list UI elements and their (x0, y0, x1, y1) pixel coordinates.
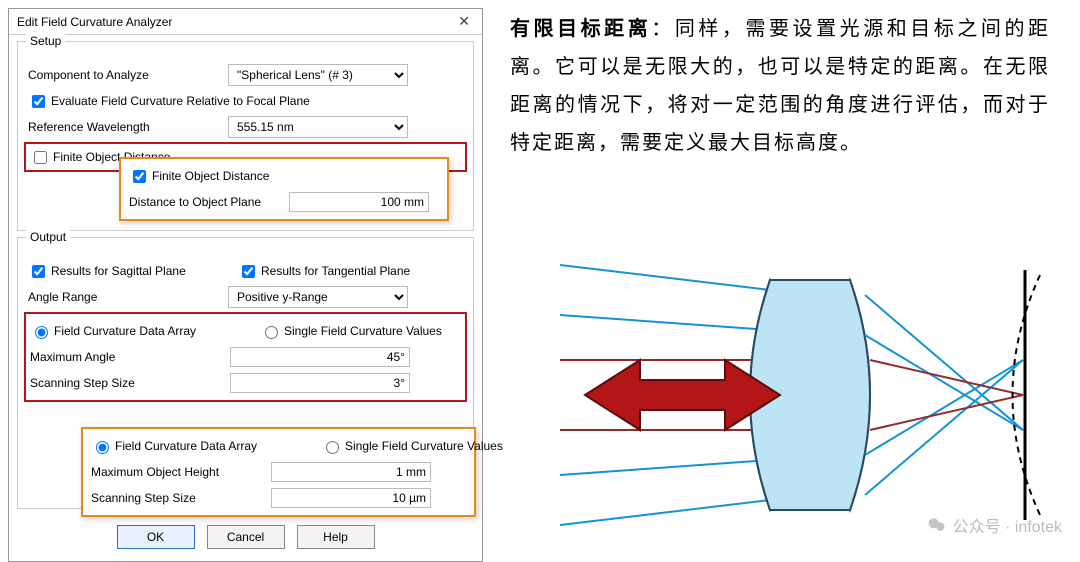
callout-radio-single-row[interactable]: Single Field Curvature Values (321, 438, 521, 454)
evaluate-relative-checkbox[interactable] (32, 95, 45, 108)
callout-distance-label: Distance to Object Plane (129, 195, 289, 209)
scan-step-input[interactable] (230, 373, 410, 393)
wechat-icon (927, 515, 947, 535)
radio-array-row[interactable]: Field Curvature Data Array (30, 323, 230, 339)
titlebar: Edit Field Curvature Analyzer ✕ (9, 9, 482, 35)
dialog-title: Edit Field Curvature Analyzer (17, 15, 172, 29)
article-text: 有限目标距离：同样，需要设置光源和目标之间的距离。它可以是无限大的，也可以是特定… (510, 10, 1050, 162)
evaluate-relative-label: Evaluate Field Curvature Relative to Foc… (51, 94, 310, 108)
ref-wavelength-label: Reference Wavelength (28, 120, 228, 134)
finite-object-checkbox[interactable] (34, 151, 47, 164)
callout-radio-array[interactable] (96, 441, 109, 454)
help-button[interactable]: Help (297, 525, 375, 549)
watermark-label: 公众号 · infotek (953, 513, 1062, 537)
max-angle-input[interactable] (230, 347, 410, 367)
results-tangential-label: Results for Tangential Plane (261, 264, 410, 278)
radio-single[interactable] (265, 326, 278, 339)
scan-step-label: Scanning Step Size (30, 376, 230, 390)
callout-finite-label: Finite Object Distance (152, 169, 269, 183)
close-icon[interactable]: ✕ (454, 13, 474, 30)
callout-finite-object: Finite Object Distance Distance to Objec… (119, 157, 449, 221)
ok-button[interactable]: OK (117, 525, 195, 549)
angle-range-select[interactable]: Positive y-Range (228, 286, 408, 308)
dialog-edit-field-curvature: Edit Field Curvature Analyzer ✕ Setup Co… (8, 8, 483, 562)
callout-radio-single[interactable] (326, 441, 339, 454)
results-sagittal-label: Results for Sagittal Plane (51, 264, 186, 278)
radio-single-row[interactable]: Single Field Curvature Values (260, 323, 460, 339)
setup-group-title: Setup (26, 34, 65, 48)
results-tangential-checkbox[interactable] (242, 265, 255, 278)
callout-max-height-label: Maximum Object Height (91, 465, 271, 479)
radio-array-label: Field Curvature Data Array (54, 324, 196, 338)
callout-max-height-input[interactable] (271, 462, 431, 482)
lens-diagram (520, 250, 1060, 540)
component-select[interactable]: "Spherical Lens" (# 3) (228, 64, 408, 86)
article-heading: 有限目标距离 (510, 18, 651, 40)
dialog-buttons: OK Cancel Help (9, 515, 482, 561)
radio-array[interactable] (35, 326, 48, 339)
data-array-highlight: Field Curvature Data Array Single Field … (24, 312, 467, 402)
angle-range-label: Angle Range (28, 290, 228, 304)
radio-single-label: Single Field Curvature Values (284, 324, 442, 338)
output-group-title: Output (26, 230, 70, 244)
callout-radio-array-row[interactable]: Field Curvature Data Array (91, 438, 291, 454)
callout-scan-step-label: Scanning Step Size (91, 491, 271, 505)
callout-finite-checkbox[interactable] (133, 170, 146, 183)
callout-radio-array-label: Field Curvature Data Array (115, 439, 257, 453)
cancel-button[interactable]: Cancel (207, 525, 285, 549)
callout-object-height: Field Curvature Data Array Single Field … (81, 427, 476, 517)
watermark: 公众号 · infotek (927, 513, 1062, 537)
max-angle-label: Maximum Angle (30, 350, 230, 364)
results-sagittal-checkbox[interactable] (32, 265, 45, 278)
callout-distance-input[interactable] (289, 192, 429, 212)
component-label: Component to Analyze (28, 68, 228, 82)
ref-wavelength-select[interactable]: 555.15 nm (228, 116, 408, 138)
callout-radio-single-label: Single Field Curvature Values (345, 439, 503, 453)
callout-scan-step-input[interactable] (271, 488, 431, 508)
